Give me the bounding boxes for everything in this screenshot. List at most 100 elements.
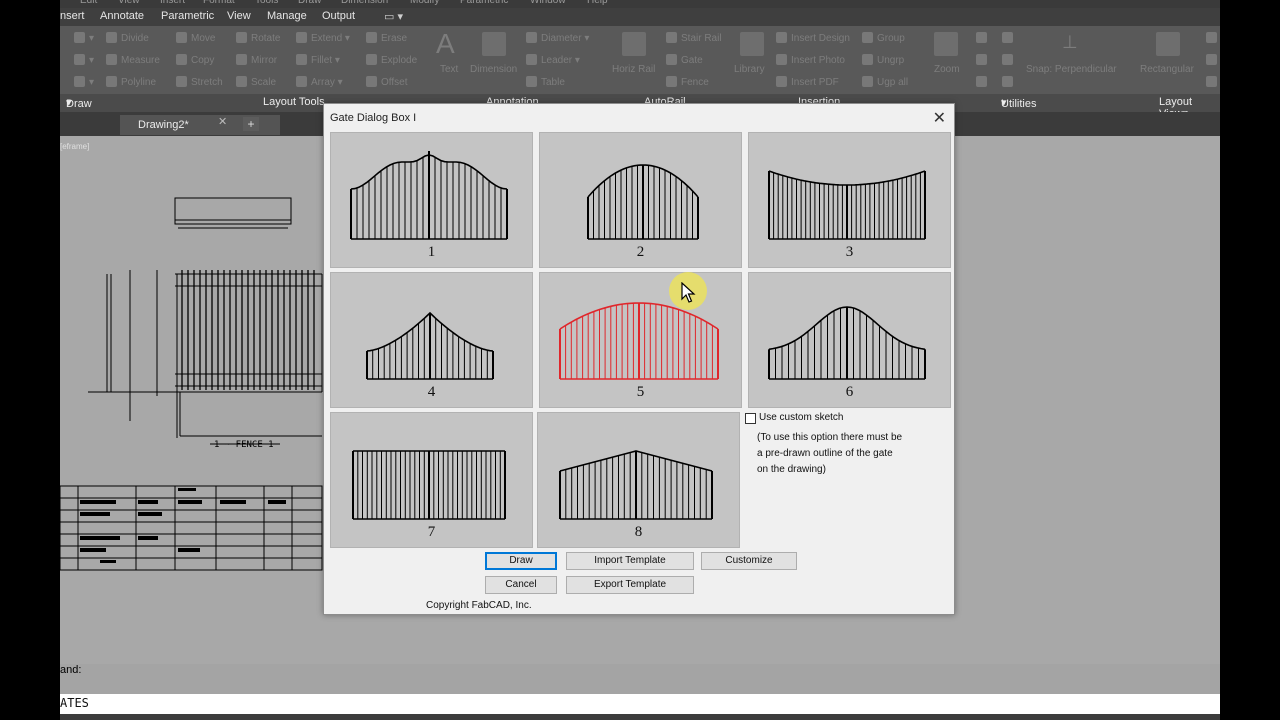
tool-move[interactable]: Move	[176, 32, 215, 44]
tool-snap[interactable]: Snap: Perpendicular	[1026, 64, 1117, 75]
tab-output[interactable]: Output	[322, 10, 355, 22]
tool-ungroup[interactable]: Ungrp	[862, 54, 904, 66]
panel-utilities[interactable]: Utilities ▾	[1001, 96, 1036, 110]
tool-extend[interactable]: Extend ▾	[296, 32, 350, 44]
tool-horiz-rail[interactable]: Horiz Rail	[612, 64, 655, 75]
tool-offset[interactable]: Offset	[366, 76, 408, 88]
export-template-button[interactable]: Export Template	[566, 576, 694, 594]
menu-item-format[interactable]: Format	[203, 0, 235, 6]
custom-sketch-label[interactable]: Use custom sketch	[759, 412, 843, 423]
gate-option-7[interactable]: 7	[330, 412, 533, 548]
tool-insert-design[interactable]: Insert Design	[776, 32, 850, 44]
horiz-rail-icon[interactable]	[622, 32, 646, 56]
import-template-button[interactable]: Import Template	[566, 552, 694, 570]
tool-leader[interactable]: Leader ▾	[526, 54, 580, 66]
menu-item-modify[interactable]: Modify	[410, 0, 439, 6]
checkbox-box[interactable]	[745, 413, 756, 424]
rectangular-icon[interactable]	[1156, 32, 1180, 56]
cancel-button[interactable]: Cancel	[485, 576, 557, 594]
tab-parametric[interactable]: Parametric	[161, 10, 214, 22]
utility-icon[interactable]	[1206, 54, 1220, 66]
tool-rotate[interactable]: Rotate	[236, 32, 280, 44]
gate-option-3[interactable]: 3	[748, 132, 951, 268]
note-line: a pre-drawn outline of the gate	[757, 448, 893, 459]
menu-item-parametric[interactable]: Parametric	[460, 0, 508, 6]
tool-ungroup-all[interactable]: Ugp all	[862, 76, 908, 88]
gate-option-8[interactable]: 8	[537, 412, 740, 548]
tool-copy[interactable]: Copy	[176, 54, 214, 66]
menu-item-insert[interactable]: Insert	[160, 0, 185, 6]
gate-option-4[interactable]: 4	[330, 272, 533, 408]
cursor-arrow-icon	[681, 282, 696, 303]
utility-icon[interactable]	[1002, 76, 1017, 88]
menu-item-dimension[interactable]: Dimension	[341, 0, 388, 6]
tool-stretch[interactable]: Stretch	[176, 76, 223, 88]
gate-top-rail	[768, 170, 926, 186]
tool-text[interactable]: Text	[440, 64, 458, 75]
tool-divide[interactable]: Divide	[106, 32, 149, 44]
tool-measure[interactable]: Measure	[106, 54, 160, 66]
menu-item-help[interactable]: Help	[587, 0, 608, 6]
utility-icon[interactable]	[1002, 32, 1017, 44]
dimension-icon[interactable]	[482, 32, 506, 56]
tool-diameter[interactable]: Diameter ▾	[526, 32, 589, 44]
utility-icon[interactable]	[1206, 32, 1220, 44]
tool-table[interactable]: Table	[526, 76, 565, 88]
tool-insert-photo[interactable]: Insert Photo	[776, 54, 845, 66]
zoom-icon[interactable]	[934, 32, 958, 56]
menu-bar: Edit View Insert Format Tools Draw Dimen…	[60, 0, 1220, 8]
menu-item-tools[interactable]: Tools	[255, 0, 278, 6]
close-icon[interactable]: ✕	[218, 115, 227, 128]
customize-button[interactable]: Customize	[701, 552, 797, 570]
tab-insert[interactable]: nsert	[60, 10, 84, 22]
menu-item-window[interactable]: Window	[530, 0, 566, 6]
tool-scale[interactable]: Scale	[236, 76, 276, 88]
tab-manage[interactable]: Manage	[267, 10, 307, 22]
library-icon[interactable]	[740, 32, 764, 56]
panel-layout-tools[interactable]: Layout Tools	[263, 96, 325, 108]
utility-icon[interactable]	[1206, 76, 1220, 88]
utility-icon[interactable]	[976, 32, 991, 44]
tool-group[interactable]: Group	[862, 32, 905, 44]
tool-mirror[interactable]: Mirror	[236, 54, 277, 66]
panel-draw[interactable]: Draw ▾	[66, 96, 92, 110]
tool-erase[interactable]: Erase	[366, 32, 407, 44]
utility-icon[interactable]	[976, 54, 991, 66]
tool-dimension[interactable]: Dimension	[470, 64, 517, 75]
tool-icon[interactable]: ▾	[74, 54, 94, 66]
gate-dialog: Gate Dialog Box I ✕ 1 2 3 4 5 6 7 8 Use …	[323, 103, 955, 615]
draw-button[interactable]: Draw	[485, 552, 557, 570]
text-tool-icon[interactable]: A	[436, 28, 455, 60]
snap-icon[interactable]: ⊥	[1062, 32, 1078, 53]
new-tab-icon[interactable]: +	[243, 117, 259, 131]
tool-polyline[interactable]: Polyline	[106, 76, 156, 88]
gate-option-2[interactable]: 2	[539, 132, 742, 268]
tool-gate[interactable]: Gate	[666, 54, 703, 66]
tool-stair-rail[interactable]: Stair Rail	[666, 32, 722, 44]
command-input-text: ATES	[60, 696, 89, 710]
tool-insert-pdf[interactable]: Insert PDF	[776, 76, 839, 88]
tab-annotate[interactable]: Annotate	[100, 10, 144, 22]
tool-explode[interactable]: Explode	[366, 54, 417, 66]
tool-icon[interactable]: ▾	[74, 32, 94, 44]
tool-library[interactable]: Library	[734, 64, 765, 75]
tool-icon[interactable]: ▾	[74, 76, 94, 88]
gate-option-6[interactable]: 6	[748, 272, 951, 408]
tool-array[interactable]: Array ▾	[296, 76, 343, 88]
close-icon[interactable]: ✕	[933, 108, 946, 128]
gate-option-5[interactable]: 5	[539, 272, 742, 408]
utility-icon[interactable]	[976, 76, 991, 88]
gate-option-1[interactable]: 1	[330, 132, 533, 268]
menu-item-draw[interactable]: Draw	[298, 0, 321, 6]
command-input[interactable]: ATES	[60, 694, 1220, 714]
fence-drawing	[60, 197, 323, 571]
tool-zoom[interactable]: Zoom	[934, 64, 960, 75]
tool-rectangular[interactable]: Rectangular	[1140, 64, 1194, 75]
menu-item-view[interactable]: View	[118, 0, 140, 6]
menu-item-edit[interactable]: Edit	[80, 0, 97, 6]
utility-icon[interactable]	[1002, 54, 1017, 66]
tab-view[interactable]: View	[227, 10, 251, 22]
workspace-toggle-icon[interactable]: ▭ ▾	[384, 10, 403, 23]
tool-fillet[interactable]: Fillet ▾	[296, 54, 340, 66]
tool-fence[interactable]: Fence	[666, 76, 709, 88]
